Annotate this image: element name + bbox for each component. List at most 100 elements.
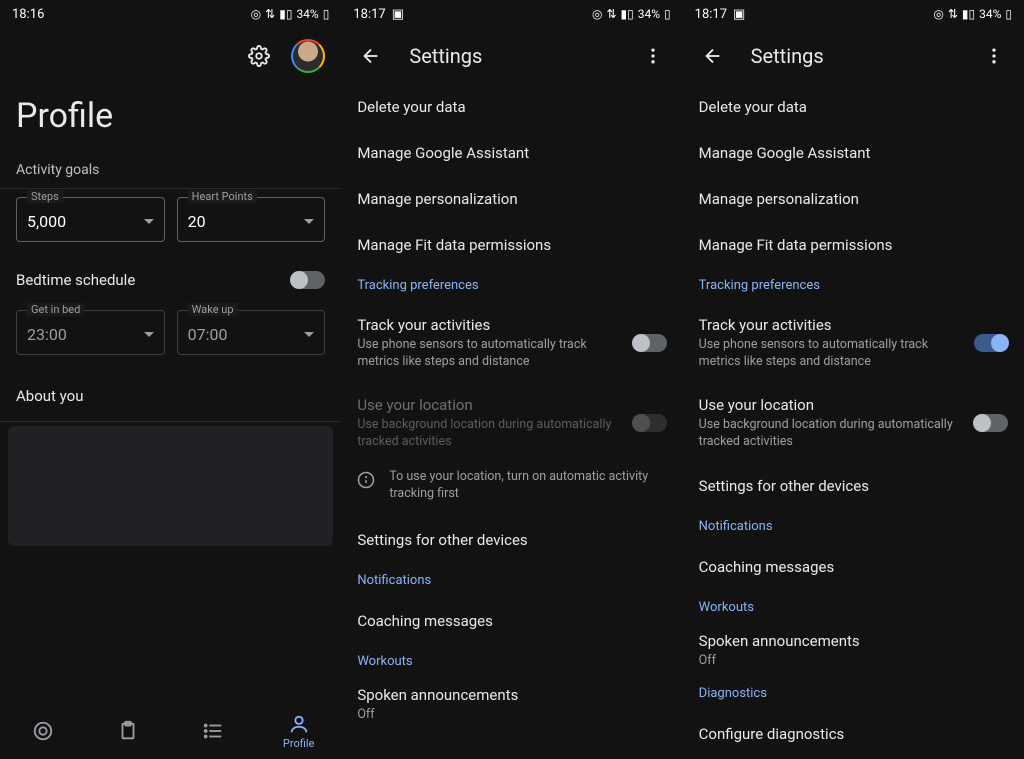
notifications-header: Notifications <box>683 509 1024 544</box>
hotspot-icon: ◎ <box>251 7 261 21</box>
use-location-desc: Use background location during automatic… <box>357 417 620 451</box>
manage-google-assistant[interactable]: Manage Google Assistant <box>341 130 682 176</box>
bedtime-label: Bedtime schedule <box>16 270 135 290</box>
get-in-bed-value: 23:00 <box>27 325 67 344</box>
use-location-toggle[interactable] <box>974 414 1008 432</box>
settings-other-devices[interactable]: Settings for other devices <box>341 517 682 563</box>
nav-profile[interactable]: Profile <box>256 703 341 759</box>
get-in-bed-label: Get in bed <box>27 303 84 316</box>
use-location-row: Use your location Use background locatio… <box>341 383 682 463</box>
settings-gear-button[interactable] <box>239 36 279 76</box>
coaching-messages[interactable]: Coaching messages <box>341 598 682 644</box>
manage-fit-data-permissions[interactable]: Manage Fit data permissions <box>683 222 1024 268</box>
status-time: 18:17 <box>695 7 727 22</box>
screen-profile: 18:16 ◎ ⇅ ▮▯ 34% ▯ Profile Activity goal… <box>0 0 341 759</box>
status-icons: ◎ ⇅ ▮▯ 34% ▯ <box>592 7 671 21</box>
settings-other-devices[interactable]: Settings for other devices <box>683 463 1024 509</box>
clipboard-icon <box>117 720 139 742</box>
get-in-bed-field[interactable]: Get in bed 23:00 <box>16 310 165 355</box>
spoken-title: Spoken announcements <box>357 685 518 705</box>
diagnostics-header: Diagnostics <box>683 676 1024 711</box>
target-icon <box>32 720 54 742</box>
tracking-preferences-header: Tracking preferences <box>341 268 682 303</box>
track-activities-desc: Use phone sensors to automatically track… <box>699 337 962 371</box>
delete-your-data[interactable]: Delete your data <box>341 84 682 130</box>
track-activities-desc: Use phone sensors to automatically track… <box>357 337 620 371</box>
heart-points-value: 20 <box>188 212 206 231</box>
back-button[interactable] <box>351 36 391 76</box>
signal-icon: ▮▯ <box>279 7 292 21</box>
about-you-panel[interactable] <box>8 426 333 546</box>
nav-browse[interactable] <box>171 703 256 759</box>
status-bar: 18:16 ◎ ⇅ ▮▯ 34% ▯ <box>0 0 341 28</box>
nav-profile-label: Profile <box>283 737 314 750</box>
status-icons: ◎ ⇅ ▮▯ 34% ▯ <box>933 7 1012 21</box>
avatar[interactable] <box>291 39 325 73</box>
wake-up-label: Wake up <box>188 303 238 316</box>
steps-field[interactable]: Steps 5,000 <box>16 197 165 242</box>
spoken-announcements-row[interactable]: Spoken announcements Off <box>341 679 682 730</box>
track-activities-toggle[interactable] <box>974 334 1008 352</box>
configure-diagnostics[interactable]: Configure diagnostics <box>683 711 1024 743</box>
chevron-down-icon <box>144 219 154 224</box>
chevron-down-icon <box>144 332 154 337</box>
battery-icon: ▯ <box>1005 7 1012 21</box>
status-bar: 18:17 ▣ ◎ ⇅ ▮▯ 34% ▯ <box>341 0 682 28</box>
wake-up-field[interactable]: Wake up 07:00 <box>177 310 326 355</box>
arrow-left-icon <box>702 45 724 67</box>
spoken-announcements-row[interactable]: Spoken announcements Off <box>683 625 1024 676</box>
heart-points-label: Heart Points <box>188 190 257 203</box>
bottom-nav: Profile <box>0 703 341 759</box>
spoken-state: Off <box>357 707 518 724</box>
info-icon <box>357 471 375 489</box>
more-vert-icon <box>643 46 663 66</box>
manage-personalization[interactable]: Manage personalization <box>341 176 682 222</box>
page-title: Settings <box>409 44 482 68</box>
status-icons: ◎ ⇅ ▮▯ 34% ▯ <box>251 7 330 21</box>
more-vert-icon <box>984 46 1004 66</box>
coaching-messages[interactable]: Coaching messages <box>683 544 1024 590</box>
wifi-icon: ⇅ <box>948 7 958 21</box>
hotspot-icon: ◎ <box>933 7 943 21</box>
track-activities-toggle[interactable] <box>633 334 667 352</box>
nav-journal[interactable] <box>85 703 170 759</box>
overflow-menu-button[interactable] <box>633 36 673 76</box>
manage-google-assistant[interactable]: Manage Google Assistant <box>683 130 1024 176</box>
location-hint-row: To use your location, turn on automatic … <box>341 463 682 517</box>
heart-points-field[interactable]: Heart Points 20 <box>177 197 326 242</box>
battery-text: 34% <box>979 7 1001 21</box>
track-activities-title: Track your activities <box>357 315 620 335</box>
overflow-menu-button[interactable] <box>974 36 1014 76</box>
wake-up-value: 07:00 <box>188 325 228 344</box>
location-hint-text: To use your location, turn on automatic … <box>389 469 666 503</box>
manage-fit-data-permissions[interactable]: Manage Fit data permissions <box>341 222 682 268</box>
bedtime-toggle[interactable] <box>291 271 325 289</box>
screenshot-icon: ▣ <box>733 7 745 22</box>
about-you-label: About you <box>0 371 341 421</box>
spoken-state: Off <box>699 653 860 670</box>
nav-home[interactable] <box>0 703 85 759</box>
status-time: 18:16 <box>12 7 44 22</box>
status-time: 18:17 <box>353 7 385 22</box>
screenshot-icon: ▣ <box>392 7 404 22</box>
page-title: Profile <box>0 84 341 152</box>
delete-your-data[interactable]: Delete your data <box>683 84 1024 130</box>
manage-personalization[interactable]: Manage personalization <box>683 176 1024 222</box>
use-location-title: Use your location <box>357 395 620 415</box>
use-location-desc: Use background location during automatic… <box>699 417 962 451</box>
steps-label: Steps <box>27 190 63 203</box>
steps-value: 5,000 <box>27 212 66 231</box>
hotspot-icon: ◎ <box>592 7 602 21</box>
track-activities-row[interactable]: Track your activities Use phone sensors … <box>341 303 682 383</box>
back-button[interactable] <box>693 36 733 76</box>
notifications-header: Notifications <box>341 563 682 598</box>
track-activities-row[interactable]: Track your activities Use phone sensors … <box>683 303 1024 383</box>
battery-text: 34% <box>638 7 660 21</box>
use-location-row[interactable]: Use your location Use background locatio… <box>683 383 1024 463</box>
divider <box>0 421 341 422</box>
person-icon <box>288 713 310 735</box>
screen-settings-off: 18:17 ▣ ◎ ⇅ ▮▯ 34% ▯ Settings Delete you… <box>341 0 682 759</box>
battery-icon: ▯ <box>664 7 671 21</box>
list-icon <box>202 720 224 742</box>
arrow-left-icon <box>360 45 382 67</box>
